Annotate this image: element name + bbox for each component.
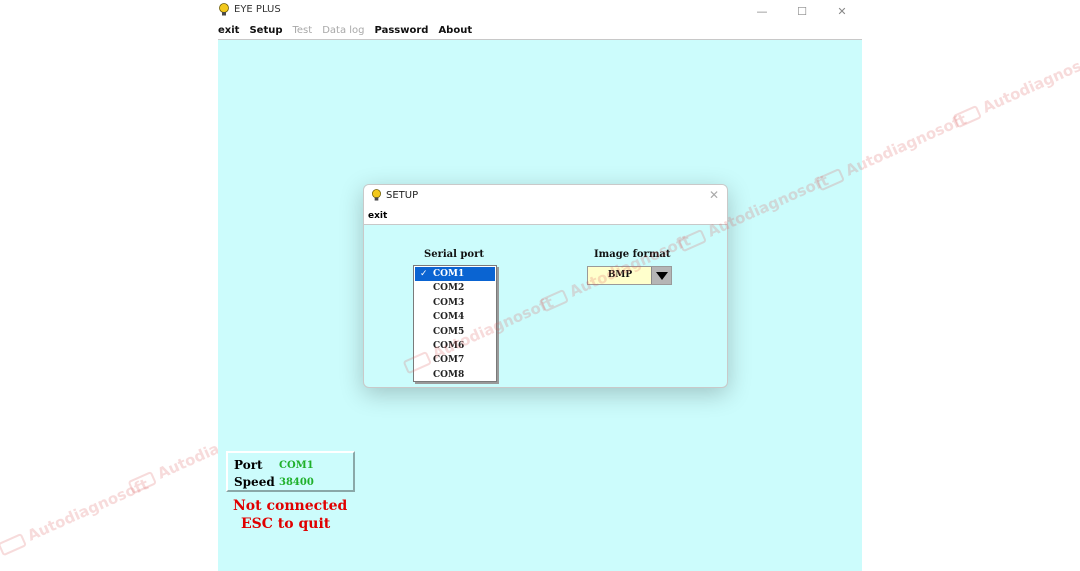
dropdown-arrow-button[interactable] [651, 267, 671, 284]
menu-test: Test [292, 25, 313, 36]
port-value: COM1 [279, 460, 314, 471]
watermark-logo-icon [0, 532, 27, 556]
connection-status-message: Not connected [233, 498, 348, 514]
minimize-button[interactable]: — [742, 0, 782, 22]
triangle-down-icon [655, 271, 668, 280]
menu-setup[interactable]: Setup [244, 25, 287, 36]
window-title: EYE PLUS [234, 4, 281, 15]
watermark-logo-icon [127, 470, 157, 494]
speed-value: 38400 [279, 477, 314, 488]
port-option[interactable]: COM2 [415, 281, 495, 295]
menu-bar: exit Setup Test Data log Password About [218, 22, 862, 40]
quit-hint-message: ESC to quit [241, 516, 331, 532]
client-area: SETUP ✕ exit Serial port Image format ✓ … [218, 40, 862, 571]
menu-password[interactable]: Password [370, 25, 434, 36]
dialog-title-bar: SETUP ✕ [364, 185, 727, 207]
app-window: EYE PLUS — ☐ ✕ exit Setup Test Data log … [218, 0, 862, 571]
image-format-label: Image format [594, 249, 671, 260]
image-format-select[interactable]: BMP [587, 266, 672, 285]
port-option[interactable]: COM7 [415, 353, 495, 367]
watermark: Autodiagnosoft [0, 475, 151, 557]
watermark-logo-icon [952, 104, 982, 128]
menu-about[interactable]: About [433, 25, 477, 36]
window-controls: — ☐ ✕ [742, 0, 862, 22]
menu-data-log: Data log [322, 25, 365, 36]
serial-port-list[interactable]: ✓ COM1 COM2 COM3 COM4 COM5 COM6 COM7 COM… [413, 265, 497, 382]
dialog-close-button[interactable]: ✕ [709, 188, 719, 202]
serial-port-label: Serial port [424, 249, 484, 260]
dialog-menu-exit[interactable]: exit [368, 211, 387, 221]
menu-exit[interactable]: exit [218, 25, 244, 36]
lightbulb-icon [219, 3, 229, 16]
port-label: Port [234, 458, 263, 472]
title-bar: EYE PLUS — ☐ ✕ [218, 0, 862, 22]
maximize-button[interactable]: ☐ [782, 0, 822, 22]
port-option[interactable]: ✓ COM1 [415, 267, 495, 282]
port-option[interactable]: COM3 [415, 296, 495, 310]
status-panel: Port COM1 Speed 38400 [226, 451, 355, 492]
port-option[interactable]: COM6 [415, 339, 495, 353]
dialog-menu-bar: exit [364, 207, 727, 225]
check-icon: ✓ [420, 269, 428, 279]
dialog-title: SETUP [386, 190, 419, 201]
port-option[interactable]: COM5 [415, 325, 495, 339]
port-option[interactable]: COM8 [415, 368, 495, 382]
close-button[interactable]: ✕ [822, 0, 862, 22]
port-option[interactable]: COM4 [415, 310, 495, 324]
image-format-value: BMP [607, 270, 633, 280]
setup-dialog: SETUP ✕ exit Serial port Image format ✓ … [363, 184, 728, 388]
lightbulb-icon [372, 189, 381, 201]
watermark: Autodiagnosoft [951, 47, 1080, 129]
speed-label: Speed [234, 475, 275, 489]
